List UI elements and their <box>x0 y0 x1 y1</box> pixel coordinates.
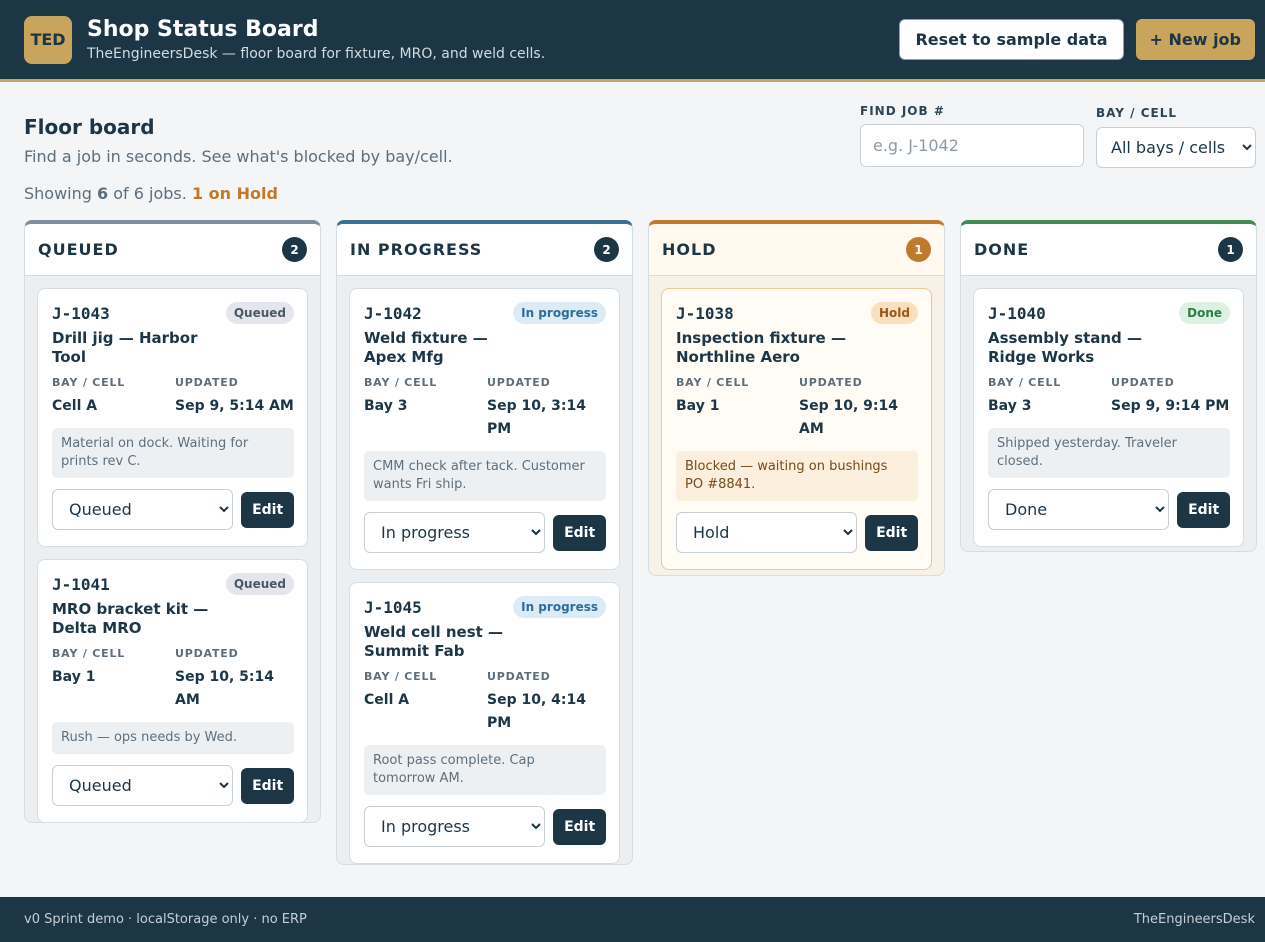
status-badge: Done <box>1179 302 1230 324</box>
column-count-badge: 2 <box>282 237 307 262</box>
status-badge: Hold <box>871 302 918 324</box>
bay-filter-label: BAY / CELL <box>1096 106 1178 120</box>
job-updated: Sep 9, 9:14 PM <box>1110 398 1230 414</box>
find-job-input[interactable] <box>860 124 1084 167</box>
shown-count: 6 <box>97 184 109 203</box>
column-count-badge: 1 <box>906 237 931 262</box>
footer: v0 Sprint demo · localStorage only · no … <box>0 897 1265 942</box>
column-title: DONE <box>974 240 1030 259</box>
job-title: Weld fixture — Apex Mfg <box>364 329 488 366</box>
board-subtitle: Find a job in seconds. See what's blocke… <box>24 147 453 166</box>
status-badge: In progress <box>513 302 606 324</box>
app-title: Shop Status Board <box>87 17 319 42</box>
job-note: Shipped yesterday. Traveler closed. <box>988 428 1230 478</box>
job-status-select[interactable]: Queued <box>52 489 234 530</box>
job-card[interactable]: J-1043 Queued Drill jig — Harbor Tool BA… <box>37 288 308 547</box>
column-count-badge: 1 <box>1218 237 1243 262</box>
job-note: CMM check after tack. Customer wants Fri… <box>364 451 606 501</box>
bay-cell-select[interactable]: All bays / cells <box>1096 127 1256 168</box>
bay-filter: BAY / CELL All bays / cells <box>1096 106 1256 168</box>
job-id: J-1045 <box>364 598 422 617</box>
job-id: J-1042 <box>364 304 422 323</box>
job-note: Root pass complete. Cap tomorrow AM. <box>364 745 606 795</box>
hold-count-summary: 1 on Hold <box>191 184 278 203</box>
column-hold: HOLD 1 J-1038 Hold Inspection fixture — … <box>648 220 945 576</box>
edit-job-button[interactable]: Edit <box>1177 491 1230 528</box>
edit-job-button[interactable]: Edit <box>553 808 606 845</box>
job-updated: Sep 10, 9:14 AM <box>798 398 898 437</box>
job-status-select[interactable]: In progress <box>364 806 546 847</box>
column-title: QUEUED <box>38 240 119 259</box>
edit-job-button[interactable]: Edit <box>241 767 294 804</box>
job-bay: Bay 1 <box>52 669 96 685</box>
job-title: Weld cell nest — Summit Fab <box>364 623 504 660</box>
edit-job-button[interactable]: Edit <box>865 514 918 551</box>
board-title: Floor board <box>24 115 155 139</box>
column-title: HOLD <box>662 240 717 259</box>
job-updated: Sep 10, 5:14 AM <box>174 669 274 708</box>
job-bay: Bay 3 <box>364 398 408 414</box>
job-bay: Cell A <box>364 692 410 708</box>
column-count-badge: 2 <box>594 237 619 262</box>
job-id: J-1041 <box>52 575 110 594</box>
job-status-select[interactable]: Queued <box>52 765 234 806</box>
job-bay: Cell A <box>52 398 98 414</box>
job-status-select[interactable]: Done <box>988 489 1170 530</box>
brand: Shop Status Board TheEngineersDesk — flo… <box>87 17 545 62</box>
find-job-filter: FIND JOB # <box>860 104 1084 167</box>
header-actions: Reset to sample data + New job <box>899 19 1255 60</box>
column-header: IN PROGRESS 2 <box>337 224 632 276</box>
column-title: IN PROGRESS <box>350 240 483 259</box>
job-card[interactable]: J-1038 Hold Inspection fixture — Northli… <box>661 288 932 570</box>
job-card[interactable]: J-1045 In progress Weld cell nest — Summ… <box>349 582 620 864</box>
job-card[interactable]: J-1042 In progress Weld fixture — Apex M… <box>349 288 620 570</box>
job-note: Rush — ops needs by Wed. <box>52 722 294 754</box>
job-id: J-1040 <box>988 304 1046 323</box>
job-updated: Sep 9, 5:14 AM <box>174 398 294 414</box>
job-bay: Bay 1 <box>676 398 720 414</box>
job-id: J-1038 <box>676 304 734 323</box>
column-header: HOLD 1 <box>649 224 944 276</box>
top-bar: TED Shop Status Board TheEngineersDesk —… <box>0 0 1265 82</box>
job-title: Inspection fixture — Northline Aero <box>676 329 846 366</box>
new-job-button[interactable]: + New job <box>1135 19 1255 60</box>
job-title: Drill jig — Harbor Tool <box>52 329 198 366</box>
edit-job-button[interactable]: Edit <box>553 514 606 551</box>
job-status-select[interactable]: Hold <box>676 512 858 553</box>
job-updated: Sep 10, 4:14 PM <box>486 692 586 731</box>
job-id: J-1043 <box>52 304 110 323</box>
footer-version: v0 Sprint demo · localStorage only · no … <box>24 912 307 927</box>
job-note: Blocked — waiting on bushings PO #8841. <box>676 451 918 501</box>
column-header: QUEUED 2 <box>25 224 320 276</box>
job-title: MRO bracket kit — Delta MRO <box>52 600 209 637</box>
board-intro: Floor board Find a job in seconds. See w… <box>24 115 453 166</box>
job-bay: Bay 3 <box>988 398 1032 414</box>
find-job-label: FIND JOB # <box>860 104 945 118</box>
column-header: DONE 1 <box>961 224 1256 276</box>
edit-job-button[interactable]: Edit <box>241 491 294 528</box>
job-note: Material on dock. Waiting for prints rev… <box>52 428 294 478</box>
status-badge: Queued <box>225 302 294 324</box>
job-count-summary: Showing 6 of 6 jobs. 1 on Hold <box>24 184 278 203</box>
job-card[interactable]: J-1041 Queued MRO bracket kit — Delta MR… <box>37 559 308 822</box>
job-updated: Sep 10, 3:14 PM <box>486 398 586 437</box>
column-done: DONE 1 J-1040 Done Assembly stand — Ridg… <box>960 220 1257 552</box>
status-badge: In progress <box>513 596 606 618</box>
column-in-progress: IN PROGRESS 2 J-1042 In progress Weld fi… <box>336 220 633 865</box>
reset-sample-data-button[interactable]: Reset to sample data <box>899 19 1124 60</box>
job-title: Assembly stand — Ridge Works <box>988 329 1143 366</box>
job-status-select[interactable]: In progress <box>364 512 546 553</box>
brand-logo: TED <box>24 15 72 64</box>
column-queued: QUEUED 2 J-1043 Queued Drill jig — Harbo… <box>24 220 321 823</box>
app-subtitle: TheEngineersDesk — floor board for fixtu… <box>87 46 546 62</box>
job-card[interactable]: J-1040 Done Assembly stand — Ridge Works… <box>973 288 1244 547</box>
status-badge: Queued <box>225 573 294 595</box>
footer-brand: TheEngineersDesk <box>1133 912 1255 927</box>
